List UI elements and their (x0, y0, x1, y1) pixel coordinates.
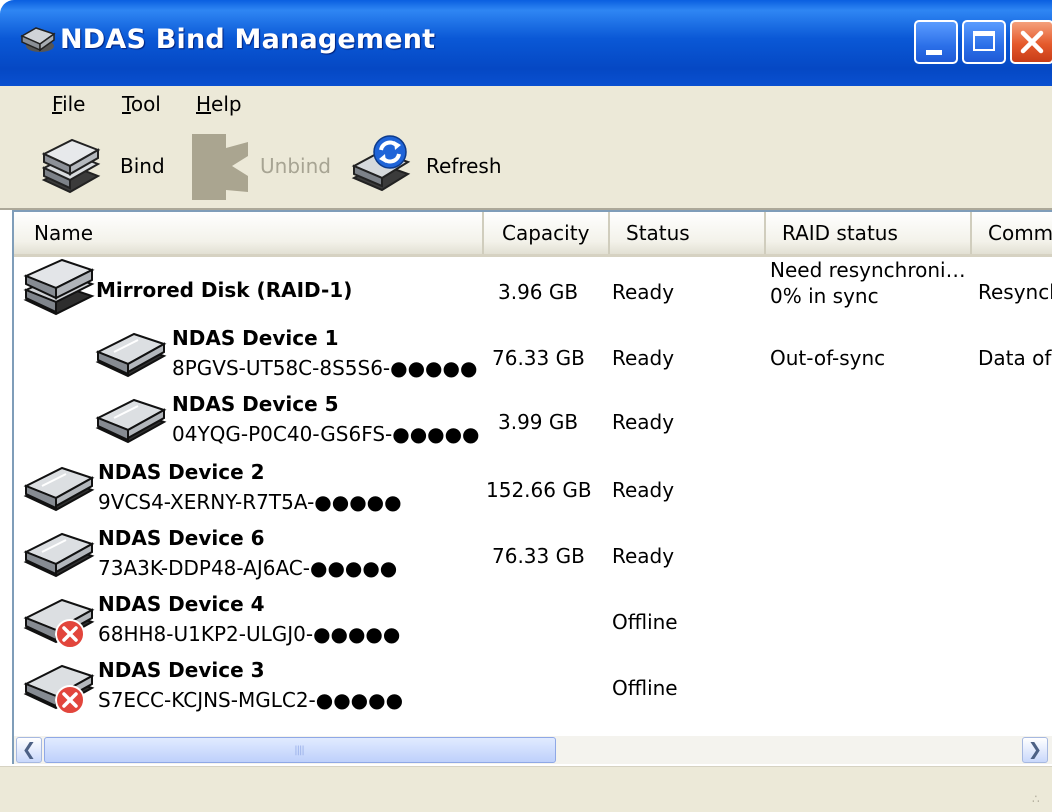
disk-icon (95, 398, 167, 444)
comment-cell: Data of (978, 346, 1052, 370)
device-name: Mirrored Disk (RAID-1) (96, 278, 353, 302)
close-icon (1020, 30, 1044, 54)
device-name: NDAS Device 1 (172, 326, 339, 350)
menu-tool-label: ool (130, 92, 161, 116)
capacity-cell: 3.99 GB (498, 410, 579, 434)
list-item[interactable]: NDAS Device 4 68HH8-U1KP2-ULGJ0-●●●●● Of… (14, 588, 1052, 654)
resize-grip-icon[interactable]: ∴ (1032, 791, 1048, 807)
list-item[interactable]: NDAS Device 3 S7ECC-KCJNS-MGLC2-●●●●● Of… (14, 654, 1052, 720)
raid-status-cell: Out-of-sync (770, 346, 886, 370)
column-raid-status-label: RAID status (782, 221, 898, 245)
close-button[interactable] (1010, 20, 1052, 64)
column-comment-label: Comme (988, 221, 1052, 245)
list-item[interactable]: NDAS Device 1 8PGVS-UT58C-8S5S6-●●●●● 76… (14, 322, 1052, 388)
disk-icon (23, 532, 95, 578)
horizontal-scrollbar[interactable]: ❮ |||| ❯ (12, 736, 1052, 764)
app-window: NDAS Bind Management File Tool Help Bind… (0, 0, 1052, 812)
device-name: NDAS Device 5 (172, 392, 339, 416)
status-cell: Offline (612, 610, 678, 634)
column-header-capacity[interactable]: Capacity (484, 212, 610, 254)
list-item[interactable]: Mirrored Disk (RAID-1) 3.96 GB Ready Nee… (14, 256, 1052, 322)
refresh-button[interactable]: Refresh (350, 132, 510, 198)
menu-help-label: elp (211, 92, 242, 116)
status-cell: Ready (612, 478, 675, 502)
column-name-label: Name (34, 221, 94, 245)
bind-button[interactable]: Bind (38, 132, 168, 198)
raid-sync-cell: 0% in sync (770, 284, 879, 308)
disk-icon (23, 466, 95, 512)
status-cell: Offline (612, 676, 678, 700)
menu-help-accel: H (196, 92, 212, 116)
capacity-cell: 76.33 GB (492, 346, 585, 370)
column-header-comment[interactable]: Comme (972, 212, 1052, 254)
bind-icon (41, 138, 101, 194)
capacity-cell: 76.33 GB (492, 544, 585, 568)
maximize-button[interactable] (962, 20, 1006, 64)
scroll-thumb[interactable]: |||| (44, 737, 556, 763)
toolbar: Bind Unbind Refresh (0, 122, 1052, 210)
capacity-cell: 3.96 GB (498, 280, 579, 304)
device-list[interactable]: Name Capacity Status RAID status Comme M… (12, 210, 1052, 738)
unbind-button[interactable]: Unbind (186, 132, 336, 200)
list-item[interactable]: NDAS Device 2 9VCS4-XERNY-R7T5A-●●●●● 15… (14, 456, 1052, 522)
menu-help[interactable]: Help (196, 92, 242, 116)
menu-tool-accel: T (122, 92, 131, 116)
menu-file-label: ile (62, 92, 86, 116)
minimize-icon (926, 50, 942, 55)
title-bar[interactable]: NDAS Bind Management (0, 0, 1052, 86)
column-status-label: Status (626, 221, 690, 245)
unbind-label: Unbind (260, 154, 331, 178)
menu-tool[interactable]: Tool (122, 92, 161, 116)
menu-file-accel: F (52, 92, 63, 116)
disk-offline-icon (23, 664, 95, 715)
menu-file[interactable]: File (52, 92, 85, 116)
ndas-app-icon (18, 22, 58, 56)
device-id: 8PGVS-UT58C-8S5S6-●●●●● (172, 356, 478, 380)
disk-icon (95, 332, 167, 378)
bind-label: Bind (120, 154, 165, 178)
scroll-left-button[interactable]: ❮ (16, 737, 42, 763)
list-header: Name Capacity Status RAID status Comme (14, 212, 1052, 257)
capacity-cell: 152.66 GB (486, 478, 592, 502)
status-bar: ∴ (0, 766, 1052, 812)
column-header-raid-status[interactable]: RAID status (766, 212, 972, 254)
status-cell: Ready (612, 346, 675, 370)
minimize-button[interactable] (914, 20, 958, 64)
window-title: NDAS Bind Management (60, 24, 436, 55)
maximize-icon (973, 31, 995, 51)
device-name: NDAS Device 2 (98, 460, 265, 484)
menu-bar: File Tool Help (0, 86, 1052, 122)
device-id: 04YQG-P0C40-GS6FS-●●●●● (172, 422, 480, 446)
status-cell: Ready (612, 544, 675, 568)
device-name: NDAS Device 6 (98, 526, 265, 550)
device-id: 68HH8-U1KP2-ULGJ0-●●●●● (98, 622, 401, 646)
device-id: 9VCS4-XERNY-R7T5A-●●●●● (98, 490, 402, 514)
refresh-icon (351, 135, 411, 192)
column-header-status[interactable]: Status (610, 212, 766, 254)
scroll-right-button[interactable]: ❯ (1022, 737, 1048, 763)
device-name: NDAS Device 4 (98, 592, 265, 616)
comment-cell: Resynch (978, 280, 1052, 304)
device-name: NDAS Device 3 (98, 658, 265, 682)
raid-status-cell: Need resynchroni… (770, 258, 966, 282)
refresh-label: Refresh (426, 154, 502, 178)
status-cell: Ready (612, 280, 675, 304)
grip-icon: |||| (294, 745, 304, 756)
status-cell: Ready (612, 410, 675, 434)
column-capacity-label: Capacity (502, 221, 590, 245)
device-id: 73A3K-DDP48-AJ6AC-●●●●● (98, 556, 398, 580)
list-item[interactable]: NDAS Device 5 04YQG-P0C40-GS6FS-●●●●● 3.… (14, 388, 1052, 454)
column-header-name[interactable]: Name (14, 212, 484, 254)
list-item[interactable]: NDAS Device 6 73A3K-DDP48-AJ6AC-●●●●● 76… (14, 522, 1052, 588)
raid-disk-icon (23, 258, 95, 316)
chevron-left-icon: ❮ (21, 740, 37, 760)
unbind-icon (192, 134, 248, 200)
disk-offline-icon (23, 598, 95, 649)
chevron-right-icon: ❯ (1027, 740, 1043, 760)
device-id: S7ECC-KCJNS-MGLC2-●●●●● (98, 688, 404, 712)
